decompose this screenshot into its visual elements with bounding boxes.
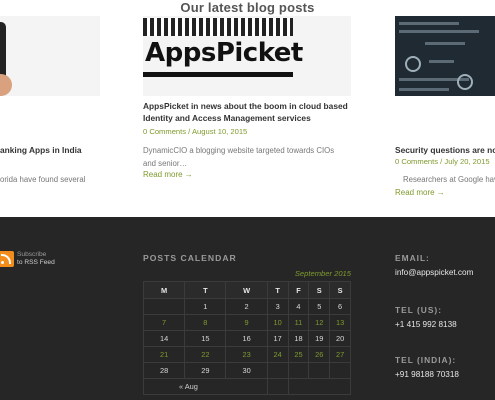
calendar-nav-row: « Aug [143, 378, 352, 395]
calendar-day-empty [287, 362, 310, 379]
calendar-day-empty [308, 362, 331, 379]
post-meta: 0 Comments / July 20, 2015 [395, 157, 490, 166]
rss-label-subscribe: Subscribe [17, 251, 47, 258]
post-excerpt: orida have found several [0, 175, 86, 184]
logo-stripes [143, 18, 293, 36]
tel-india-value: +91 98188 70318 [395, 370, 459, 379]
calendar-day: 4 [287, 298, 310, 315]
post-thumbnail[interactable]: AppsPicket [143, 16, 351, 96]
calendar-day: 11 [287, 314, 310, 331]
calendar-weekday-row: M T W T F S S [142, 281, 351, 299]
calendar-day: 12 [308, 314, 331, 331]
post-date[interactable]: July 20, 2015 [444, 157, 489, 166]
comments-link[interactable]: 0 Comments [143, 127, 186, 136]
calendar-day: 3 [266, 298, 289, 315]
calendar-day: 13 [329, 314, 351, 331]
calendar-day: 14 [142, 330, 186, 347]
calendar-day: 18 [287, 330, 310, 347]
calendar-week-row: 1 2 3 4 5 6 [142, 298, 351, 315]
calendar-day: 25 [287, 346, 310, 363]
weekday-header: S [329, 281, 351, 299]
calendar-day: 26 [308, 346, 331, 363]
comments-link[interactable]: 0 Comments [395, 157, 438, 166]
infographic-icon [405, 56, 421, 72]
infographic-bar [399, 30, 479, 33]
post-meta: 0 Comments / August 10, 2015 [143, 127, 247, 136]
rss-label-feed: to RSS Feed [17, 259, 55, 266]
calendar-day: 23 [225, 346, 268, 363]
post-title-link[interactable]: AppsPicket in news about the boom in clo… [143, 100, 351, 124]
calendar-day: 9 [225, 314, 268, 331]
email-link[interactable]: info@appspicket.com [395, 268, 473, 277]
post-thumbnail[interactable] [395, 16, 495, 96]
calendar-day: 16 [225, 330, 268, 347]
read-more-link[interactable]: Read more → [143, 170, 193, 179]
infographic-bar [399, 88, 449, 91]
calendar-week-row: 28 29 30 [142, 362, 351, 379]
infographic-bar [429, 60, 454, 63]
infographic-bar [425, 42, 465, 45]
calendar-day: 6 [329, 298, 351, 315]
calendar-prev-month-link[interactable]: « Aug [143, 378, 268, 395]
calendar-day: 10 [266, 314, 289, 331]
hand-image [0, 74, 12, 96]
calendar-day: 17 [266, 330, 289, 347]
post-excerpt: Researchers at Google hav [403, 175, 495, 184]
post-title-link[interactable]: Security questions are no [395, 144, 495, 156]
tel-india-label: TEL (INDIA): [395, 355, 457, 365]
rss-icon [0, 251, 14, 267]
email-label: EMAIL: [395, 253, 430, 263]
calendar-day-empty [142, 298, 186, 315]
post-title-link[interactable]: anking Apps in India [0, 144, 82, 156]
calendar-day: 1 [184, 298, 227, 315]
logo-underline [143, 72, 293, 77]
infographic-icon [457, 74, 473, 90]
weekday-header: M [142, 281, 186, 299]
calendar-day: 30 [225, 362, 268, 379]
calendar-day-empty [329, 362, 351, 379]
calendar-day: 22 [184, 346, 227, 363]
calendar-month-caption: September 2015 [294, 269, 351, 278]
weekday-header: F [287, 281, 310, 299]
post-thumbnail[interactable] [0, 16, 100, 96]
calendar-day: 7 [142, 314, 186, 331]
calendar-week-row: 14 15 16 17 18 19 20 [142, 330, 351, 347]
calendar-day-empty [266, 362, 289, 379]
calendar-day: 8 [184, 314, 227, 331]
weekday-header: W [225, 281, 268, 299]
tel-us-label: TEL (US): [395, 305, 442, 315]
calendar-day: 19 [308, 330, 331, 347]
weekday-header: S [308, 281, 331, 299]
read-more-link[interactable]: Read more → [395, 188, 445, 197]
calendar-day: 21 [142, 346, 186, 363]
calendar-day: 5 [308, 298, 331, 315]
calendar-day: 2 [225, 298, 268, 315]
post-excerpt: DynamicCIO a blogging website targeted t… [143, 146, 335, 168]
calendar-day: 24 [266, 346, 289, 363]
calendar-week-row: 21 22 23 24 25 26 27 [142, 346, 351, 363]
calendar-week-row: 7 8 9 10 11 12 13 [142, 314, 351, 331]
tel-us-value: +1 415 992 8138 [395, 320, 457, 329]
post-date[interactable]: August 10, 2015 [192, 127, 247, 136]
calendar-day: 28 [142, 362, 186, 379]
calendar-day: 20 [329, 330, 351, 347]
infographic-bar [399, 22, 459, 25]
calendar-day: 27 [329, 346, 351, 363]
calendar-next-month-empty [287, 378, 352, 395]
weekday-header: T [184, 281, 227, 299]
weekday-header: T [266, 281, 289, 299]
posts-calendar: M T W T F S S 1 2 3 4 5 6 7 8 9 10 11 12… [142, 281, 352, 395]
latest-blog-posts-section: Our latest blog posts anking Apps in Ind… [0, 0, 495, 217]
calendar-nav-spacer [266, 378, 289, 395]
calendar-day: 29 [184, 362, 227, 379]
section-heading: Our latest blog posts [180, 0, 315, 15]
calendar-heading: POSTS CALENDAR [143, 253, 237, 263]
appspicket-logo: AppsPicket [145, 38, 303, 68]
site-footer: Subscribe to RSS Feed POSTS CALENDAR Sep… [0, 217, 495, 400]
calendar-day: 15 [184, 330, 227, 347]
